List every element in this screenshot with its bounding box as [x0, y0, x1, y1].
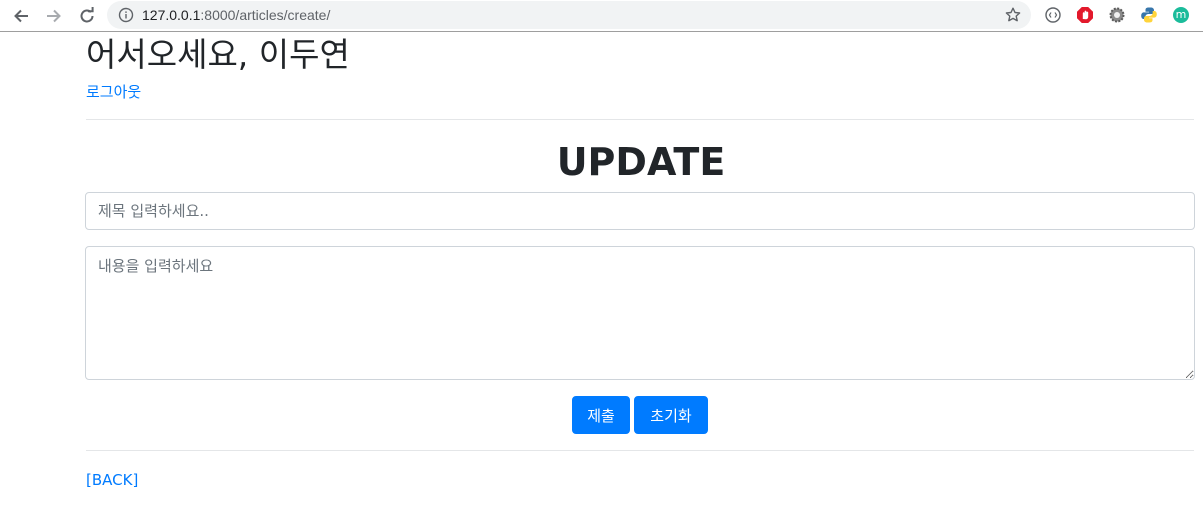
page-title: UPDATE [556, 140, 726, 184]
logout-link[interactable]: 로그아웃 [86, 82, 141, 102]
browser-toolbar: 127.0.0.1:8000/articles/create/ m [0, 0, 1203, 32]
python-extension-icon[interactable] [1140, 6, 1158, 24]
title-input[interactable] [85, 192, 1195, 230]
content-textarea[interactable] [85, 246, 1195, 380]
divider-top [86, 119, 1194, 120]
site-info-icon[interactable] [118, 7, 134, 23]
url-host: 127.0.0.1 [142, 7, 201, 23]
url-text: 127.0.0.1:8000/articles/create/ [142, 7, 330, 23]
bookmark-star-icon[interactable] [1004, 6, 1022, 24]
back-icon[interactable] [9, 4, 33, 28]
profile-letter: m [1175, 8, 1187, 21]
welcome-greeting: 어서오세요, 이두연 [86, 35, 350, 74]
adblock-extension-icon[interactable] [1076, 6, 1094, 24]
forward-icon[interactable] [42, 4, 66, 28]
submit-button[interactable]: 제출 [572, 396, 630, 434]
profile-avatar-icon[interactable]: m [1172, 6, 1190, 24]
settings-extension-icon[interactable] [1108, 6, 1126, 24]
reset-button[interactable]: 초기화 [634, 396, 708, 434]
url-path: :8000/articles/create/ [200, 7, 331, 23]
divider-bottom [86, 450, 1194, 451]
reload-icon[interactable] [75, 4, 99, 28]
address-bar[interactable]: 127.0.0.1:8000/articles/create/ [107, 1, 1031, 29]
back-link[interactable]: [BACK] [86, 470, 138, 490]
reader-extension-icon[interactable] [1044, 6, 1062, 24]
